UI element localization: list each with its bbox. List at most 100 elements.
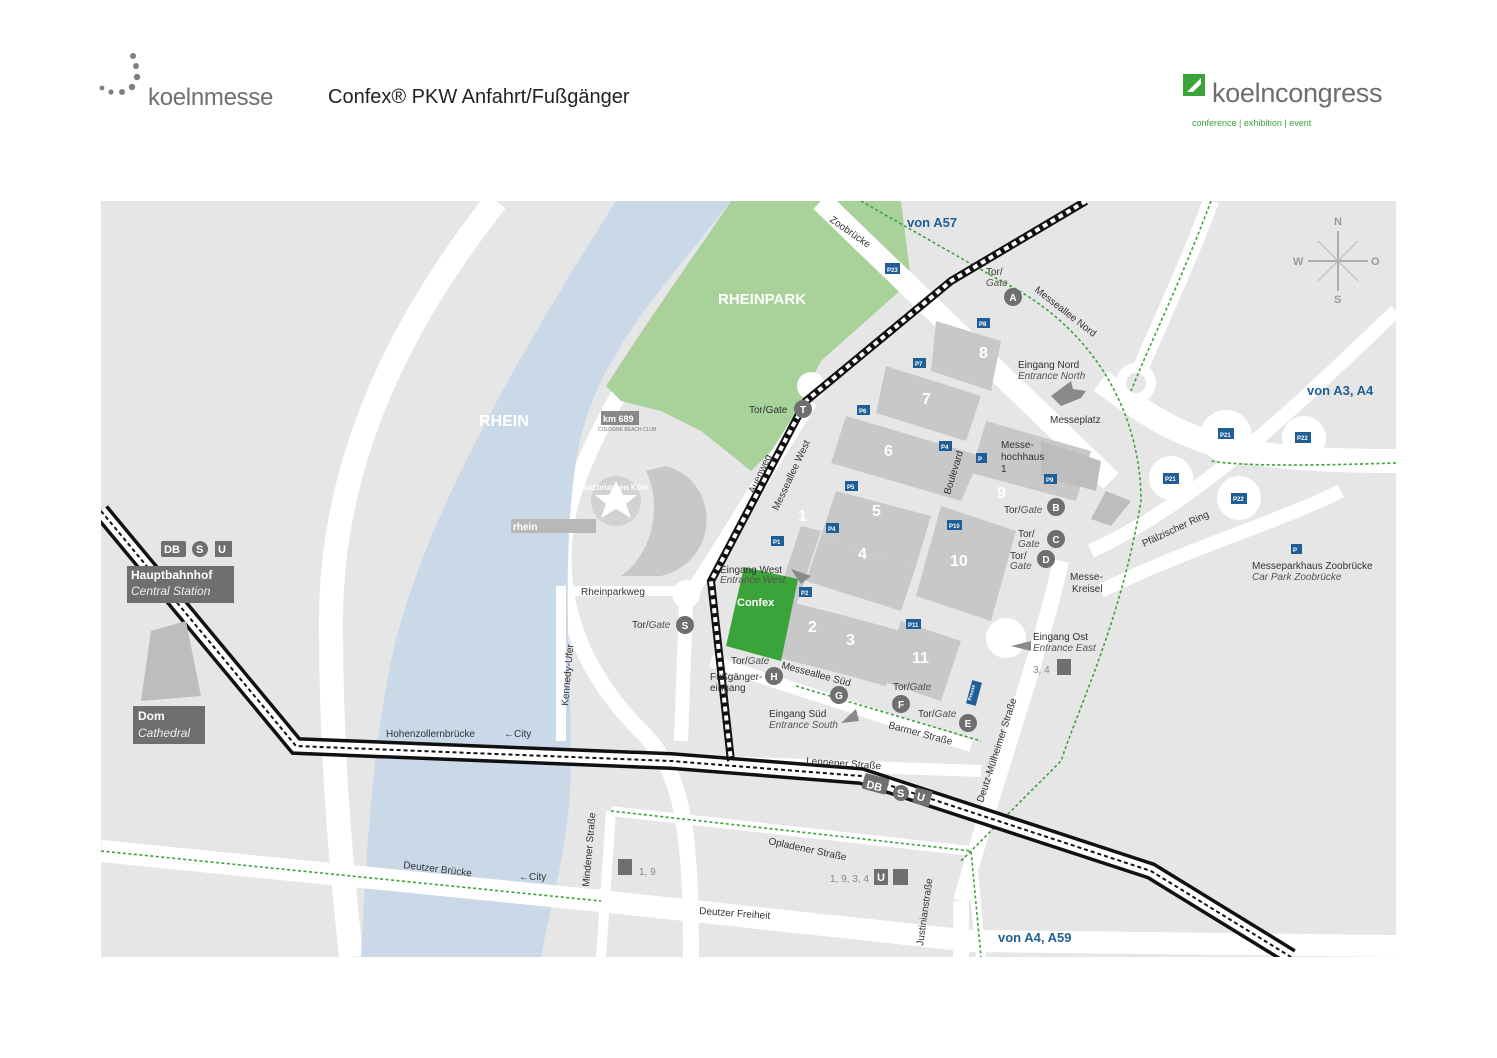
entrance-fussgaenger-2: eingang: [710, 683, 746, 694]
hall-11[interactable]: 11: [912, 650, 929, 667]
badge-s-hbf: S: [196, 544, 203, 556]
tor-t-label: Tor/Gate: [749, 405, 788, 416]
label-messekreisel-2: Kreisel: [1072, 584, 1103, 595]
parking-p2[interactable]: P2: [801, 591, 809, 597]
label-hauptbahnhof: Hauptbahnhof: [131, 568, 213, 582]
gate-f[interactable]: F: [898, 700, 904, 711]
entrance-ost-en: Entrance East: [1033, 643, 1097, 654]
label-lines-bf: 1, 9, 3, 4: [830, 874, 869, 885]
label-messeplatz: Messeplatz: [1050, 415, 1101, 426]
gate-d[interactable]: D: [1042, 555, 1049, 566]
badge-s-deutz: S: [897, 788, 904, 800]
label-parkhaus-1: Messeparkhaus Zoobrücke: [1252, 561, 1373, 572]
parking-p10[interactable]: P10: [949, 524, 960, 530]
hall-5[interactable]: 5: [872, 503, 881, 520]
svg-text:Gate: Gate: [1010, 561, 1032, 572]
page-title: Confex® PKW Anfahrt/Fußgänger: [328, 86, 630, 108]
compass-o: O: [1371, 256, 1380, 268]
page-header: koelnmesse Confex® PKW Anfahrt/Fußgänger…: [0, 0, 1497, 190]
label-cathedral: Cathedral: [138, 726, 190, 740]
venue-map[interactable]: RHEIN RHEINPARK N S W O von A57 von A3, …: [101, 201, 1396, 957]
hall-10[interactable]: 10: [950, 553, 968, 570]
label-messehochhaus-1: Messe-: [1001, 440, 1034, 451]
entrance-nord-en: Entrance North: [1018, 371, 1086, 382]
label-messehochhaus-2: hochhaus: [1001, 452, 1044, 463]
compass-w: W: [1293, 256, 1304, 268]
label-parkhaus-2: Car Park Zoobrücke: [1252, 572, 1342, 583]
parking-p11[interactable]: P11: [908, 623, 919, 629]
svg-text:Tor/Gate: Tor/Gate: [918, 709, 957, 720]
parking-p4[interactable]: P4: [828, 527, 836, 533]
label-tanzbrunnen: Tanzbrunnen Köln: [579, 483, 649, 492]
hall-3[interactable]: 3: [846, 632, 855, 649]
label-messehochhaus-3: 1: [1001, 464, 1007, 475]
parking-p7[interactable]: P7: [915, 362, 923, 368]
street-hohenzollernbruecke: Hohenzollernbrücke: [386, 729, 475, 740]
street-rheinparkweg: Rheinparkweg: [581, 587, 645, 598]
svg-text:Tor/Gate: Tor/Gate: [893, 682, 932, 693]
parking-p23[interactable]: P23: [887, 268, 898, 274]
entrance-sued-en: Entrance South: [769, 720, 838, 731]
label-a3-a4: von A3, A4: [1307, 383, 1374, 398]
parking-p9[interactable]: P9: [1046, 478, 1054, 484]
gate-t[interactable]: T: [800, 405, 806, 416]
parking-p22b[interactable]: P22: [1233, 497, 1244, 503]
parking-p6[interactable]: P6: [859, 409, 867, 415]
svg-text:Tor/Gate: Tor/Gate: [632, 620, 671, 631]
label-messekreisel-1: Messe-: [1070, 572, 1103, 583]
hall-9[interactable]: 9: [997, 485, 1006, 502]
svg-text:Gate: Gate: [1018, 539, 1040, 550]
koelncongress-logo: koelncongress: [1212, 78, 1383, 108]
parking-p[interactable]: P: [978, 457, 982, 463]
parking-p22a[interactable]: P22: [1297, 436, 1308, 442]
svg-text:Tor/Gate: Tor/Gate: [731, 656, 770, 667]
label-km689: km 689: [603, 414, 634, 424]
gate-a[interactable]: A: [1009, 293, 1016, 304]
svg-text:Tor/Gate: Tor/Gate: [1004, 505, 1043, 516]
hall-1[interactable]: 1: [798, 508, 807, 525]
label-km689-sub: COLOGNE BEACH CLUB: [598, 427, 657, 433]
tor-a-label: Tor/: [986, 267, 1003, 278]
hall-6[interactable]: 6: [884, 443, 893, 460]
svg-text:Gate: Gate: [986, 278, 1008, 289]
gate-e[interactable]: E: [965, 719, 972, 730]
badge-u-hbf: U: [218, 544, 226, 556]
entrance-nord: Eingang Nord: [1018, 360, 1079, 371]
parking-p4b[interactable]: P4: [941, 445, 949, 451]
gate-h[interactable]: H: [770, 672, 777, 683]
parking-p-zoo[interactable]: P: [1293, 548, 1297, 554]
label-city-deutz: ←City: [519, 872, 546, 883]
gate-g[interactable]: G: [835, 691, 843, 702]
koelncongress-tagline: conference | exhibition | event: [1192, 118, 1312, 128]
parking-p21a[interactable]: P21: [1220, 433, 1231, 439]
hall-2[interactable]: 2: [808, 619, 817, 636]
entrance-west-en: Entrance West: [720, 575, 787, 586]
badge-u-bf: U: [877, 872, 885, 884]
label-rhein-sign: rhein: [513, 522, 537, 533]
hall-7[interactable]: 7: [922, 391, 931, 408]
hall-8[interactable]: 8: [979, 345, 988, 362]
parking-p1[interactable]: P1: [773, 540, 781, 546]
parking-p8[interactable]: P8: [979, 322, 987, 328]
label-dom: Dom: [138, 709, 165, 723]
parking-p21b[interactable]: P21: [1165, 477, 1176, 483]
label-lines-deutz: 1, 9: [639, 867, 656, 878]
gate-b[interactable]: B: [1052, 503, 1059, 514]
entrance-sued: Eingang Süd: [769, 709, 826, 720]
label-rhein: RHEIN: [479, 413, 529, 430]
label-lines-east: 3, 4: [1033, 665, 1050, 676]
compass-s: S: [1334, 294, 1341, 306]
hall-4[interactable]: 4: [858, 546, 867, 563]
gate-c[interactable]: C: [1052, 535, 1059, 546]
koelnmesse-logo: koelnmesse: [148, 84, 274, 111]
label-rheinpark: RHEINPARK: [718, 291, 806, 308]
label-a57: von A57: [907, 215, 957, 230]
label-central-station: Central Station: [131, 584, 211, 598]
compass-n: N: [1334, 216, 1342, 228]
gate-s[interactable]: S: [682, 621, 689, 632]
entrance-ost: Eingang Ost: [1033, 632, 1088, 643]
label-confex[interactable]: Confex: [737, 597, 775, 609]
entrance-fussgaenger-1: Fußgänger-: [710, 672, 762, 683]
label-a4-a59: von A4, A59: [998, 930, 1071, 945]
parking-p5[interactable]: P5: [847, 485, 855, 491]
